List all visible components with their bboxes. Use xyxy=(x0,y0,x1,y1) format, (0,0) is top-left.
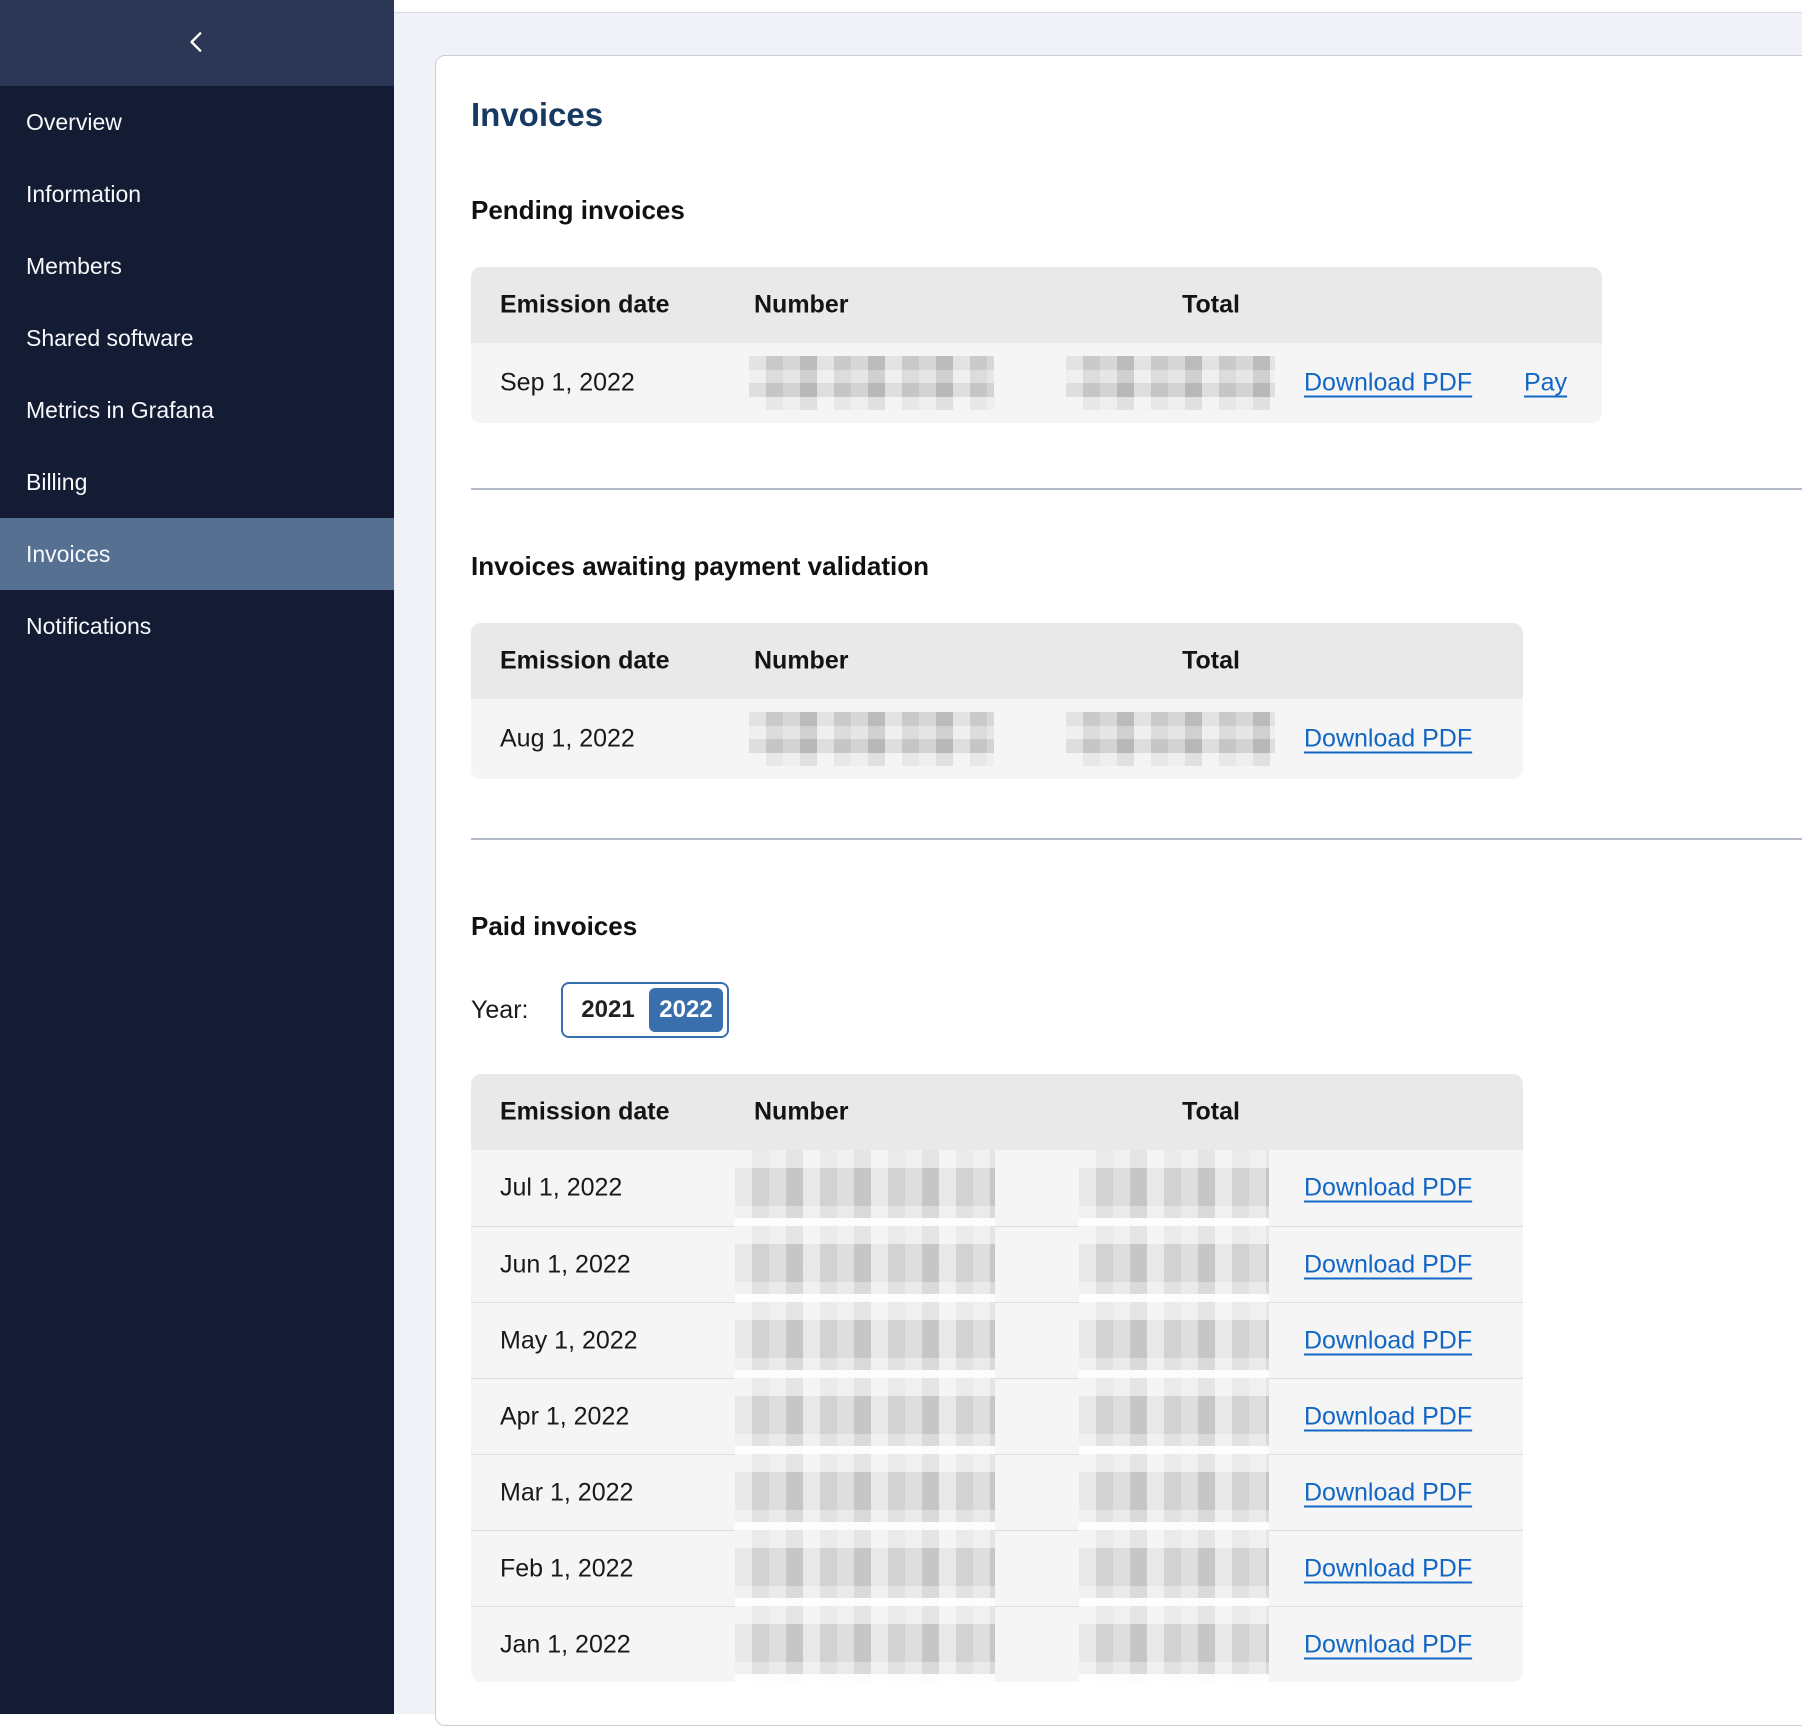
emission-date-cell: Mar 1, 2022 xyxy=(500,1478,633,1507)
emission-date-cell: Aug 1, 2022 xyxy=(500,725,635,754)
year-option-2022[interactable]: 2022 xyxy=(649,988,723,1032)
column-header-emission-date: Emission date xyxy=(500,291,670,320)
download-pdf-link[interactable]: Download PDF xyxy=(1304,1174,1472,1203)
page-title: Invoices xyxy=(471,96,603,134)
emission-date-cell: Jun 1, 2022 xyxy=(500,1250,631,1279)
section-divider xyxy=(471,488,1802,490)
awaiting-validation-table: Emission date Number Total Aug 1, 2022 D… xyxy=(471,623,1523,779)
column-header-total: Total xyxy=(1131,1098,1291,1127)
sidebar-item-label: Metrics in Grafana xyxy=(26,397,214,424)
column-header-emission-date: Emission date xyxy=(500,1098,670,1127)
table-row: Apr 1, 2022 Download PDF xyxy=(471,1378,1523,1454)
invoice-total-redacted xyxy=(1066,356,1275,410)
emission-date-cell: Sep 1, 2022 xyxy=(500,369,635,398)
invoice-totals-redacted-column xyxy=(1079,1150,1269,1682)
download-pdf-link[interactable]: Download PDF xyxy=(1304,1402,1472,1431)
sidebar-item-label: Information xyxy=(26,181,141,208)
sidebar-item-metrics-in-grafana[interactable]: Metrics in Grafana xyxy=(0,374,394,446)
column-header-number: Number xyxy=(754,291,848,320)
download-pdf-link[interactable]: Download PDF xyxy=(1304,1630,1472,1659)
emission-date-cell: Feb 1, 2022 xyxy=(500,1554,633,1583)
emission-date-cell: Apr 1, 2022 xyxy=(500,1402,629,1431)
year-option-2021[interactable]: 2021 xyxy=(567,988,649,1032)
table-header: Emission date Number Total xyxy=(471,1074,1523,1150)
sidebar-item-label: Notifications xyxy=(26,613,151,640)
sidebar-item-overview[interactable]: Overview xyxy=(0,86,394,158)
pending-invoices-heading: Pending invoices xyxy=(471,196,685,224)
sidebar-item-label: Billing xyxy=(26,469,87,496)
sidebar-item-label: Shared software xyxy=(26,325,193,352)
sidebar: Overview Information Members Shared soft… xyxy=(0,0,394,1714)
column-header-emission-date: Emission date xyxy=(500,647,670,676)
download-pdf-link[interactable]: Download PDF xyxy=(1304,725,1472,754)
sidebar-nav: Overview Information Members Shared soft… xyxy=(0,86,394,662)
paid-invoices-heading: Paid invoices xyxy=(471,912,637,940)
download-pdf-link[interactable]: Download PDF xyxy=(1304,1326,1472,1355)
emission-date-cell: May 1, 2022 xyxy=(500,1326,638,1355)
download-pdf-link[interactable]: Download PDF xyxy=(1304,1250,1472,1279)
table-row: Jun 1, 2022 Download PDF xyxy=(471,1226,1523,1302)
column-header-number: Number xyxy=(754,1098,848,1127)
invoices-card: Invoices Pending invoices Emission date … xyxy=(435,55,1802,1726)
sidebar-item-information[interactable]: Information xyxy=(0,158,394,230)
table-row: Feb 1, 2022 Download PDF xyxy=(471,1530,1523,1606)
table-row: Aug 1, 2022 Download PDF xyxy=(471,699,1523,779)
year-label: Year: xyxy=(471,996,561,1025)
download-pdf-link[interactable]: Download PDF xyxy=(1304,1478,1472,1507)
table-row: Jan 1, 2022 Download PDF xyxy=(471,1606,1523,1682)
table-row: May 1, 2022 Download PDF xyxy=(471,1302,1523,1378)
download-pdf-link[interactable]: Download PDF xyxy=(1304,1554,1472,1583)
emission-date-cell: Jan 1, 2022 xyxy=(500,1630,631,1659)
emission-date-cell: Jul 1, 2022 xyxy=(500,1174,622,1203)
sidebar-item-label: Invoices xyxy=(26,541,110,568)
table-body: Sep 1, 2022 Download PDF Pay xyxy=(471,343,1602,423)
table-row: Sep 1, 2022 Download PDF Pay xyxy=(471,343,1602,423)
chevron-left-icon xyxy=(184,29,210,58)
sidebar-item-label: Overview xyxy=(26,109,122,136)
table-header: Emission date Number Total xyxy=(471,267,1602,343)
sidebar-item-invoices[interactable]: Invoices xyxy=(0,518,394,590)
table-row: Mar 1, 2022 Download PDF xyxy=(471,1454,1523,1530)
main-area: Invoices Pending invoices Emission date … xyxy=(394,0,1802,1714)
download-pdf-link[interactable]: Download PDF xyxy=(1304,369,1472,398)
sidebar-header xyxy=(0,0,394,86)
year-toggle: 2021 2022 xyxy=(561,982,729,1038)
sidebar-item-members[interactable]: Members xyxy=(0,230,394,302)
invoice-total-redacted xyxy=(1066,712,1275,766)
column-header-number: Number xyxy=(754,647,848,676)
invoice-number-redacted xyxy=(749,712,994,766)
table-body: Aug 1, 2022 Download PDF xyxy=(471,699,1523,779)
sidebar-item-notifications[interactable]: Notifications xyxy=(0,590,394,662)
pay-link[interactable]: Pay xyxy=(1524,369,1567,398)
table-row: Jul 1, 2022 Download PDF xyxy=(471,1150,1523,1226)
column-header-total: Total xyxy=(1131,291,1291,320)
paid-invoices-table: Emission date Number Total Jul 1, 2022 D… xyxy=(471,1074,1523,1682)
column-header-total: Total xyxy=(1131,647,1291,676)
collapse-sidebar-button[interactable] xyxy=(177,23,217,63)
section-divider xyxy=(471,838,1802,840)
top-bar xyxy=(394,0,1802,13)
pending-invoices-table: Emission date Number Total Sep 1, 2022 D… xyxy=(471,267,1602,423)
invoice-numbers-redacted-column xyxy=(735,1150,995,1682)
year-filter: Year: 2021 2022 xyxy=(471,982,729,1038)
table-header: Emission date Number Total xyxy=(471,623,1523,699)
table-body: Jul 1, 2022 Download PDF Jun 1, 2022 Dow… xyxy=(471,1150,1523,1682)
sidebar-item-label: Members xyxy=(26,253,122,280)
sidebar-item-billing[interactable]: Billing xyxy=(0,446,394,518)
invoice-number-redacted xyxy=(749,356,994,410)
sidebar-item-shared-software[interactable]: Shared software xyxy=(0,302,394,374)
awaiting-validation-heading: Invoices awaiting payment validation xyxy=(471,552,929,580)
